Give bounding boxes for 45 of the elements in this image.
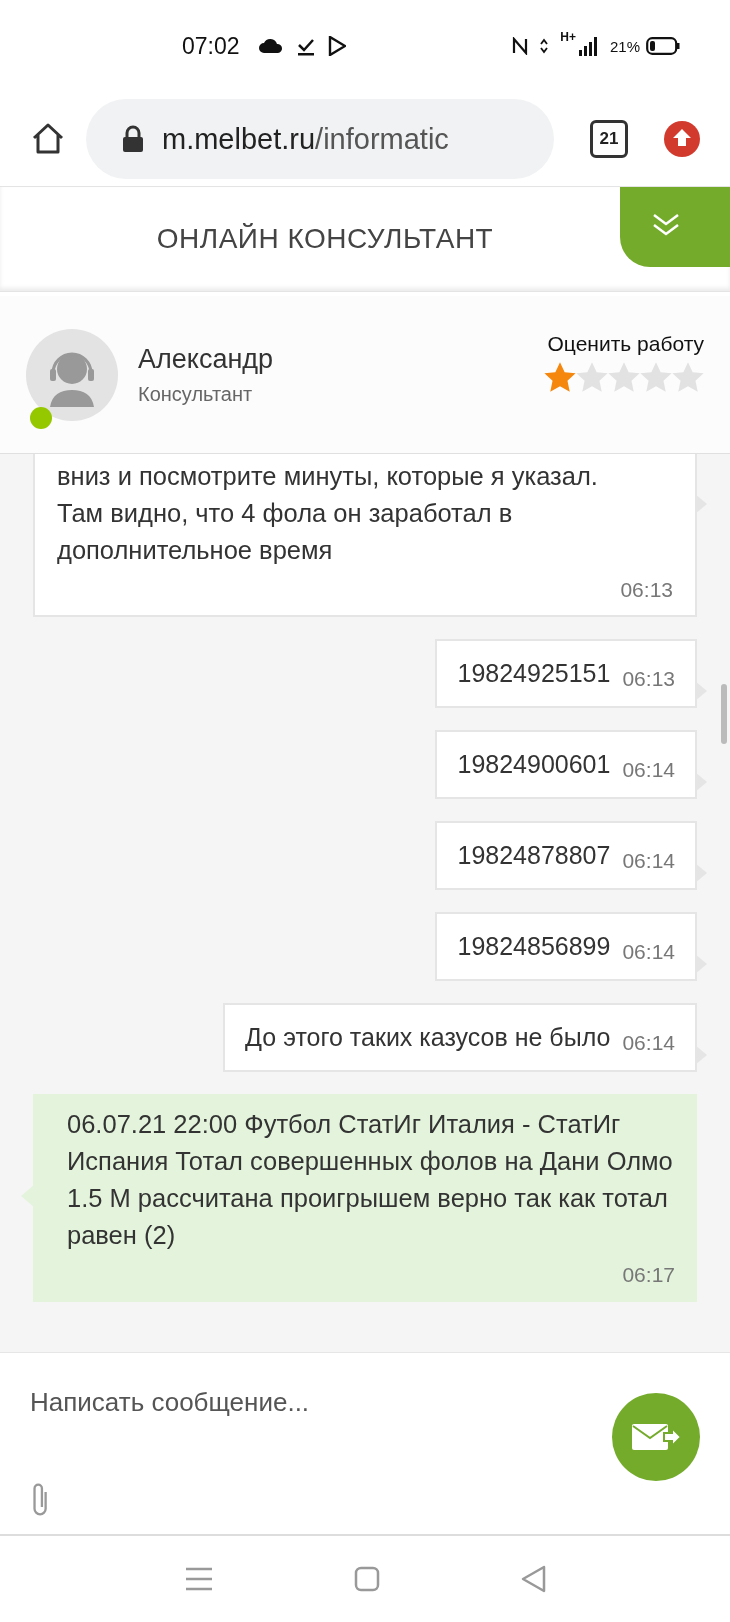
address-bar[interactable]: m.melbet.ru/informatic	[86, 99, 554, 179]
agent-name: Александр	[138, 343, 275, 375]
star-icon[interactable]	[576, 362, 608, 393]
lock-icon	[122, 125, 144, 153]
star-icon[interactable]	[672, 362, 704, 393]
network-type: H+	[560, 30, 576, 44]
message-text: До этого таких казусов не было	[245, 1022, 611, 1053]
envelope-send-icon	[630, 1422, 682, 1452]
upload-icon[interactable]	[664, 121, 700, 157]
signal-icon	[577, 36, 598, 56]
message-time: 06:14	[622, 848, 675, 874]
scrollbar[interactable]	[721, 684, 727, 744]
message-time: 06:13	[620, 577, 673, 603]
star-icon[interactable]	[640, 362, 672, 393]
data-arrows-icon	[540, 38, 549, 54]
star-icon[interactable]	[544, 362, 576, 393]
message-text: 19824925151	[457, 658, 611, 689]
message-text: вниз и посмотрите минуты, которые я указал. Там видно, что 4 фола он заработал в дополнительное время	[57, 461, 599, 566]
battery-percent: 21%	[609, 37, 640, 55]
play-store-icon	[327, 36, 346, 56]
back-icon[interactable]	[520, 1565, 546, 1593]
collapse-tab-icon[interactable]	[620, 187, 730, 267]
menu-icon[interactable]	[184, 1566, 214, 1592]
message-time: 06:14	[622, 939, 675, 965]
message-text: 19824856899	[457, 931, 611, 962]
rating-label: Оценить работу	[547, 332, 704, 356]
message-text: 19824900601	[457, 749, 611, 780]
message-time: 06:14	[622, 757, 675, 783]
nfc-icon	[512, 37, 529, 55]
message-time: 06:17	[622, 1262, 675, 1288]
battery-icon	[646, 37, 680, 55]
cloud-icon	[257, 38, 284, 54]
message-text: 06.07.21 22:00 Футбол СтатИг Италия - СтатИг Испания Тотал совершенных фолов на Дани Олмо 1.5 М рассчитана проигрышем верно так как тотал равен (2)	[67, 1109, 674, 1251]
message-time: 06:13	[622, 666, 675, 692]
tab-count-button[interactable]: 21	[590, 120, 628, 158]
chat-title: ОНЛАЙН КОНСУЛЬТАНТ	[156, 223, 494, 255]
message-input[interactable]: Написать сообщение...	[30, 1373, 612, 1432]
home-icon[interactable]	[30, 121, 66, 157]
url-text: m.melbet.ru/informatic	[162, 122, 449, 156]
message-time: 06:14	[622, 1030, 675, 1056]
clock: 07:02	[182, 32, 240, 60]
star-icon[interactable]	[608, 362, 640, 393]
agent-role: Консультант	[138, 382, 254, 406]
message-text: 19824878807	[457, 840, 611, 871]
home-square-icon[interactable]	[354, 1566, 380, 1592]
